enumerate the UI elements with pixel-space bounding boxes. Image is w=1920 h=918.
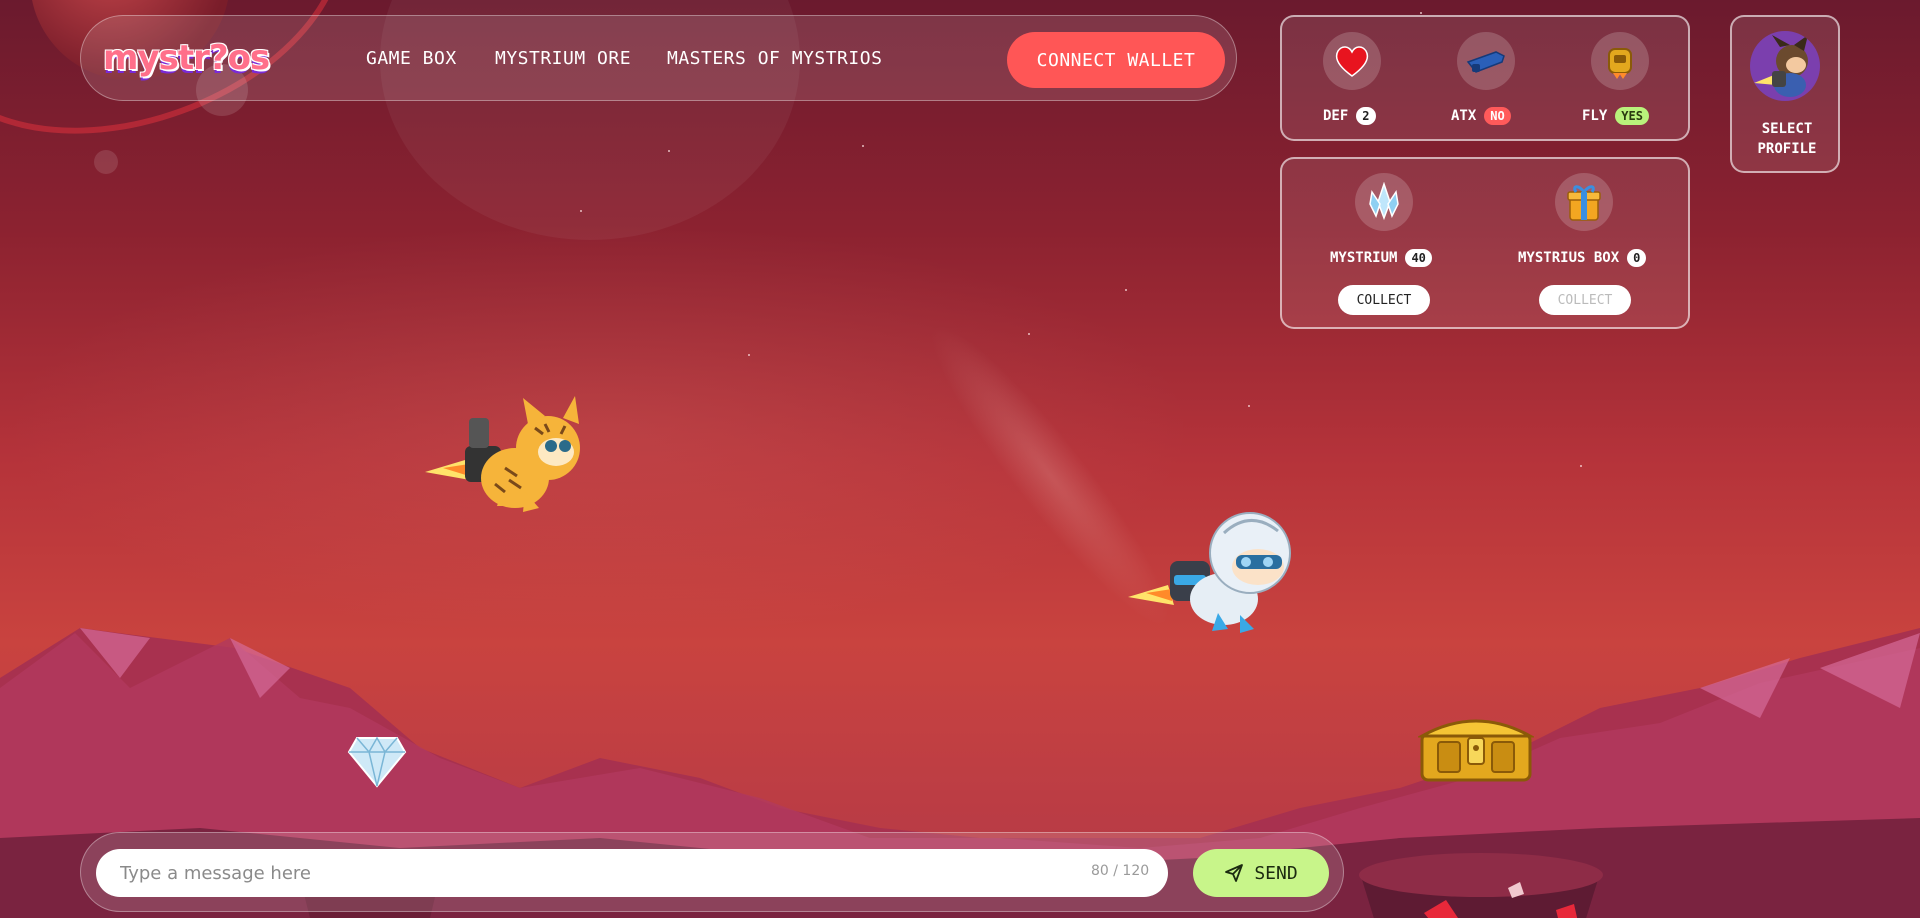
stat-def: DEF 2 bbox=[1323, 107, 1376, 125]
star bbox=[748, 354, 750, 356]
stat-fly-value: YES bbox=[1615, 107, 1649, 125]
astronaut-jetpack-character bbox=[1128, 512, 1291, 633]
diamond-pickup bbox=[347, 736, 407, 788]
crystal-icon bbox=[1355, 173, 1413, 231]
collect-mystrius-box-button[interactable]: COLLECT bbox=[1539, 285, 1631, 315]
star bbox=[1580, 465, 1582, 467]
treasure-chest bbox=[1418, 719, 1534, 782]
star bbox=[1028, 333, 1030, 335]
stat-def-value: 2 bbox=[1356, 107, 1376, 125]
heart-icon bbox=[1323, 32, 1381, 90]
resource-mystrius-box: MYSTRIUS BOX 0 bbox=[1518, 249, 1647, 267]
chat-char-count: 80 / 120 bbox=[1091, 863, 1150, 879]
collect-mystrium-button[interactable]: COLLECT bbox=[1338, 285, 1430, 315]
star bbox=[862, 145, 864, 147]
star bbox=[1125, 289, 1127, 291]
stat-atx: ATX NO bbox=[1451, 107, 1511, 125]
jetpack-icon bbox=[1591, 32, 1649, 90]
top-nav-bar: mystr?os GAME BOX MYSTRIUM ORE MASTERS O… bbox=[80, 15, 1237, 101]
connect-wallet-button[interactable]: CONNECT WALLET bbox=[1007, 32, 1225, 88]
stat-atx-value: NO bbox=[1484, 107, 1511, 125]
resource-mystrium-value: 40 bbox=[1405, 249, 1432, 267]
resources-panel: MYSTRIUM 40 COLLECT MYSTRIUS BOX 0 COLLE… bbox=[1280, 157, 1690, 329]
send-button[interactable]: SEND bbox=[1193, 849, 1329, 897]
nav-link-game-box[interactable]: GAME BOX bbox=[366, 48, 457, 69]
game-logo[interactable]: mystr?os bbox=[103, 38, 270, 78]
star bbox=[1420, 12, 1422, 14]
stat-def-label: DEF bbox=[1323, 108, 1349, 124]
resource-mystrius-box-value: 0 bbox=[1627, 249, 1647, 267]
send-button-label: SEND bbox=[1254, 862, 1298, 884]
character-stats-panel: DEF 2 ATX NO FLY YES bbox=[1280, 15, 1690, 141]
nav-link-mystrium-ore[interactable]: MYSTRIUM ORE bbox=[495, 48, 631, 69]
chat-message-input[interactable] bbox=[96, 849, 1168, 897]
stat-atx-label: ATX bbox=[1451, 108, 1477, 124]
gift-icon bbox=[1555, 173, 1613, 231]
stat-fly-label: FLY bbox=[1582, 108, 1608, 124]
chat-bar: 80 / 120 SEND bbox=[80, 832, 1344, 912]
select-profile-label: SELECT PROFILE bbox=[1757, 121, 1817, 157]
nav-link-masters-of-mystrios[interactable]: MASTERS OF MYSTRIOS bbox=[667, 48, 882, 69]
resource-mystrium: MYSTRIUM 40 bbox=[1330, 249, 1432, 267]
stat-fly: FLY YES bbox=[1582, 107, 1649, 125]
select-profile-panel[interactable]: SELECT PROFILE bbox=[1730, 15, 1840, 173]
tiger-jetpack-character bbox=[425, 396, 580, 512]
star bbox=[1248, 405, 1250, 407]
moon bbox=[94, 150, 118, 174]
profile-avatar-icon[interactable] bbox=[1750, 31, 1820, 101]
resource-mystrius-box-label: MYSTRIUS BOX bbox=[1518, 250, 1620, 266]
star bbox=[668, 150, 670, 152]
paper-plane-icon bbox=[1225, 864, 1244, 882]
blaster-icon bbox=[1457, 32, 1515, 90]
resource-mystrium-label: MYSTRIUM bbox=[1330, 250, 1398, 266]
star bbox=[580, 210, 582, 212]
